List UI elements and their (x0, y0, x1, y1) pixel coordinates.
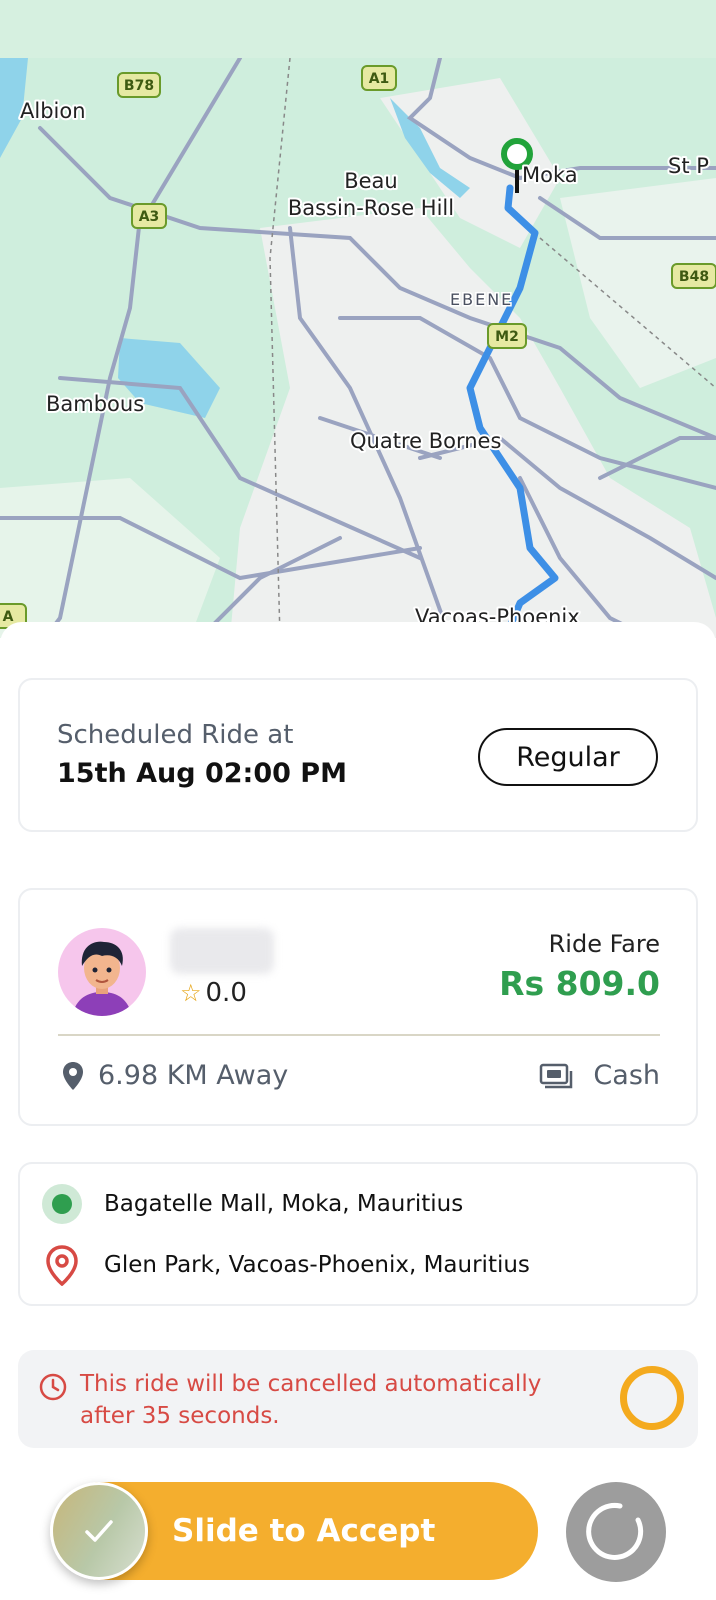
rider-name-redacted (170, 928, 274, 974)
slide-to-accept-label: Slide to Accept (172, 1513, 436, 1549)
fare-label: Ride Fare (548, 930, 660, 958)
map-label-stp: St P (668, 154, 709, 178)
rating-value: 0.0 (205, 978, 247, 1008)
shield-b78: B78 (117, 72, 161, 98)
dropoff-row: Glen Park, Vacoas-Phoenix, Mauritius (42, 1244, 530, 1286)
scheduled-label: Scheduled Ride at (57, 720, 294, 750)
distance-value: 6.98 KM Away (98, 1060, 289, 1091)
map-canvas: B78 A1 A3 B48 M2 A Albion Beau Bassin-Ro… (0, 58, 716, 638)
avatar (58, 928, 146, 1016)
map-label-quatre-bornes: Quatre Bornes (350, 429, 501, 453)
slide-to-accept-handle[interactable] (50, 1482, 148, 1580)
payment-method: Cash (593, 1060, 660, 1091)
map-label-bassin: Bassin-Rose Hill (288, 196, 454, 220)
scheduled-ride-card: Scheduled Ride at 15th Aug 02:00 PM Regu… (18, 678, 698, 832)
auto-cancel-text: This ride will be cancelled automaticall… (80, 1371, 542, 1429)
rider-avatar-illustration (72, 941, 132, 1016)
cash-icon (540, 1063, 573, 1088)
svg-text:A3: A3 (139, 209, 160, 225)
pickup-dot-icon (42, 1184, 82, 1224)
svg-text:B78: B78 (124, 78, 154, 94)
status-bar (0, 0, 716, 58)
dropoff-address: Glen Park, Vacoas-Phoenix, Mauritius (104, 1252, 530, 1278)
refresh-icon (586, 1502, 644, 1560)
divider (58, 1034, 660, 1036)
shield-m2: M2 (487, 323, 527, 349)
rider-rating: ☆ 0.0 (180, 978, 247, 1008)
svg-text:A1: A1 (369, 71, 390, 87)
shield-a3: A3 (131, 203, 167, 229)
map-label-bambous: Bambous (46, 392, 144, 416)
auto-cancel-notice: This ride will be cancelled automaticall… (18, 1350, 698, 1448)
map-label-albion: Albion (20, 99, 86, 123)
map-label-moka: Moka (522, 163, 578, 187)
rider-info-card: ☆ 0.0 Ride Fare Rs 809.0 6.98 KM Away Ca… (18, 888, 698, 1126)
pickup-row: Bagatelle Mall, Moka, Mauritius (42, 1184, 463, 1224)
countdown-timer-icon (620, 1366, 684, 1430)
star-icon: ☆ (180, 979, 202, 1007)
fare-value: Rs 809.0 (499, 964, 660, 1003)
payment-info: Cash (539, 1060, 660, 1091)
svg-text:B48: B48 (679, 269, 709, 285)
check-icon (85, 1520, 113, 1542)
route-map[interactable]: B78 A1 A3 B48 M2 A Albion Beau Bassin-Ro… (0, 58, 716, 638)
shield-b48: B48 (671, 263, 716, 289)
location-pin-icon (63, 1061, 83, 1090)
clock-icon (39, 1373, 67, 1401)
refresh-button[interactable] (566, 1482, 666, 1582)
map-label-beau: Beau (344, 169, 398, 193)
pickup-address: Bagatelle Mall, Moka, Mauritius (104, 1191, 464, 1217)
scheduled-time: 15th Aug 02:00 PM (57, 758, 347, 789)
ride-type-button[interactable]: Regular (478, 728, 658, 786)
dropoff-pin-icon (46, 1245, 78, 1286)
map-label-ebene: EBENE (450, 290, 513, 309)
svg-text:M2: M2 (495, 329, 519, 345)
shield-a1: A1 (361, 65, 397, 91)
route-card: Bagatelle Mall, Moka, Mauritius Glen Par… (18, 1162, 698, 1306)
distance-info: 6.98 KM Away (62, 1060, 288, 1091)
svg-text:A: A (3, 609, 14, 625)
